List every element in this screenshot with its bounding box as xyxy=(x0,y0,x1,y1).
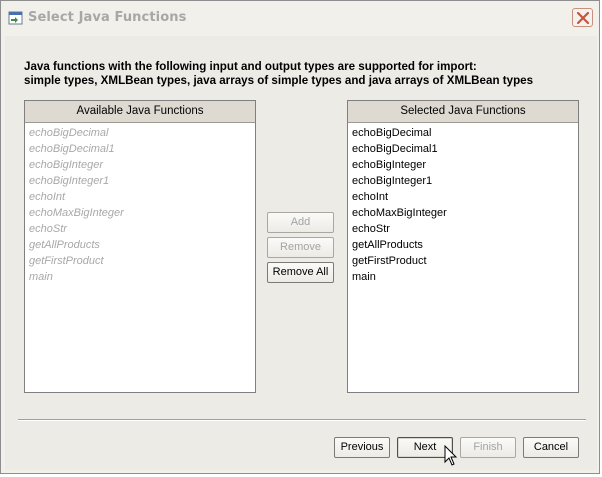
list-item[interactable]: echoBigInteger xyxy=(352,157,576,173)
mouse-pointer-icon xyxy=(444,445,458,466)
list-item[interactable]: getAllProducts xyxy=(29,237,253,253)
list-item[interactable]: getFirstProduct xyxy=(352,253,576,269)
close-icon xyxy=(577,12,589,24)
window-title: Select Java Functions xyxy=(28,10,187,25)
list-item[interactable]: echoStr xyxy=(352,221,576,237)
list-item[interactable]: echoBigInteger1 xyxy=(352,173,576,189)
list-item[interactable]: main xyxy=(29,269,253,285)
list-item[interactable]: echoBigDecimal1 xyxy=(352,141,576,157)
list-item[interactable]: main xyxy=(352,269,576,285)
previous-button[interactable]: Previous xyxy=(334,437,390,458)
list-item[interactable]: echoMaxBigInteger xyxy=(29,205,253,221)
description-text: Java functions with the following input … xyxy=(24,60,533,88)
list-item[interactable]: echoMaxBigInteger xyxy=(352,205,576,221)
description-line-2: simple types, XMLBean types, java arrays… xyxy=(24,74,534,87)
selected-functions-panel: Selected Java Functions echoBigDecimal e… xyxy=(347,100,579,393)
selected-functions-header: Selected Java Functions xyxy=(348,101,578,123)
list-item[interactable]: echoInt xyxy=(29,189,253,205)
list-item[interactable]: echoBigDecimal1 xyxy=(29,141,253,157)
list-item[interactable]: echoBigDecimal xyxy=(352,125,576,141)
list-item[interactable]: getAllProducts xyxy=(352,237,576,253)
list-item[interactable]: getFirstProduct xyxy=(29,253,253,269)
finish-button[interactable]: Finish xyxy=(460,437,516,458)
remove-button[interactable]: Remove xyxy=(267,237,334,258)
available-functions-list[interactable]: echoBigDecimal echoBigDecimal1 echoBigIn… xyxy=(29,125,253,390)
title-bar[interactable]: Select Java Functions xyxy=(1,1,599,36)
app-window-icon xyxy=(8,10,24,26)
select-java-functions-dialog: Select Java Functions Java functions wit… xyxy=(0,0,600,474)
list-item[interactable]: echoStr xyxy=(29,221,253,237)
list-item[interactable]: echoBigInteger xyxy=(29,157,253,173)
available-functions-panel: Available Java Functions echoBigDecimal … xyxy=(24,100,256,393)
add-button[interactable]: Add xyxy=(267,212,334,233)
available-functions-header: Available Java Functions xyxy=(25,101,255,123)
close-button[interactable] xyxy=(572,8,593,27)
description-line-1: Java functions with the following input … xyxy=(24,60,477,73)
list-item[interactable]: echoBigInteger1 xyxy=(29,173,253,189)
cancel-button[interactable]: Cancel xyxy=(523,437,579,458)
footer-separator xyxy=(18,419,586,421)
list-item[interactable]: echoInt xyxy=(352,189,576,205)
remove-all-button[interactable]: Remove All xyxy=(267,262,334,283)
list-item[interactable]: echoBigDecimal xyxy=(29,125,253,141)
selected-functions-list[interactable]: echoBigDecimal echoBigDecimal1 echoBigIn… xyxy=(352,125,576,390)
